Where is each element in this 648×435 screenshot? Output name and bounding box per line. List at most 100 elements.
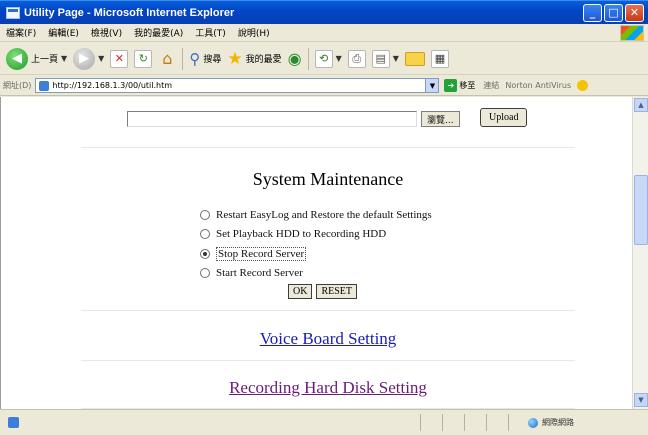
stop-icon: ✕	[110, 49, 129, 68]
folder-icon	[404, 51, 425, 66]
menu-help[interactable]: 說明(H)	[232, 26, 276, 39]
option-restart-easylog[interactable]: Restart EasyLog and Restore the default …	[200, 205, 432, 225]
vertical-scrollbar[interactable]: ▲ ▼	[632, 97, 648, 409]
upload-row: 瀏覽...	[127, 111, 460, 127]
back-button[interactable]: ◀ 上一頁 ▼	[6, 47, 67, 70]
forward-button[interactable]: ▶ ▼	[73, 47, 104, 70]
maintenance-options: Restart EasyLog and Restore the default …	[200, 205, 432, 283]
option-label: Restart EasyLog and Restore the default …	[216, 208, 432, 221]
back-label: 上一頁	[31, 55, 59, 65]
page-content: 瀏覽... Upload System Maintenance Restart …	[0, 97, 632, 409]
menu-file[interactable]: 檔案(F)	[0, 26, 42, 39]
edit-button[interactable]: ▤ ▼	[371, 49, 399, 68]
divider	[81, 360, 575, 361]
media-button[interactable]: ◉	[288, 49, 302, 68]
radio-button-selected[interactable]	[200, 248, 210, 259]
radio-button[interactable]	[200, 229, 210, 240]
norton-antivirus-button[interactable]: Norton AntiVirus	[505, 80, 588, 91]
radio-button[interactable]	[200, 209, 210, 220]
folder-button[interactable]	[404, 51, 425, 66]
search-button[interactable]: ⚲ 搜尋	[189, 50, 221, 68]
windows-logo-icon	[620, 24, 644, 41]
option-set-playback-hdd[interactable]: Set Playback HDD to Recording HDD	[200, 225, 432, 245]
menu-favorites[interactable]: 我的最愛(A)	[128, 26, 189, 39]
status-divider	[486, 414, 487, 431]
edit-page-icon: ▤	[371, 49, 390, 68]
radio-button[interactable]	[200, 268, 210, 279]
back-dropdown-icon[interactable]: ▼	[61, 54, 67, 63]
research-button[interactable]: ▦	[430, 49, 449, 68]
status-divider	[420, 414, 421, 431]
refresh-icon: ↻	[134, 49, 153, 68]
zone-label: 網際網路	[542, 418, 574, 427]
go-button[interactable]: ➔ 移至	[444, 79, 475, 92]
home-icon: ⌂	[162, 49, 173, 68]
home-button[interactable]: ⌂	[158, 49, 176, 68]
option-label: Stop Record Server	[216, 246, 307, 261]
menu-bar: 檔案(F) 編輯(E) 檢視(V) 我的最愛(A) 工具(T) 說明(H)	[0, 24, 648, 42]
favorites-label: 我的最愛	[245, 55, 282, 65]
forward-arrow-icon: ▶	[73, 47, 96, 70]
standard-toolbar: ◀ 上一頁 ▼ ▶ ▼ ✕ ↻ ⌂ ⚲ 搜尋 ★ 我的最愛 ◉ ⟲ ▼ ⎙ ▤ …	[0, 43, 648, 75]
address-url: http://192.168.1.3/00/util.htm	[52, 81, 173, 90]
section-title: System Maintenance	[252, 169, 404, 189]
media-icon: ◉	[287, 49, 302, 68]
history-icon: ⟲	[314, 49, 333, 68]
title-bar: Utility Page - Microsoft Internet Explor…	[0, 0, 648, 24]
browse-button[interactable]: 瀏覽...	[421, 111, 460, 127]
status-page-icon	[8, 417, 19, 428]
forward-dropdown-icon[interactable]: ▼	[98, 54, 104, 63]
favorites-star-icon: ★	[227, 48, 243, 69]
status-divider	[464, 414, 465, 431]
option-label: Start Record Server	[216, 267, 303, 280]
option-start-record-server[interactable]: Start Record Server	[200, 264, 432, 284]
address-label: 網址(D)	[3, 81, 32, 90]
page-icon	[39, 80, 50, 91]
history-dropdown-icon[interactable]: ▼	[336, 54, 342, 63]
form-buttons: OK RESET	[288, 284, 361, 299]
menu-tools[interactable]: 工具(T)	[189, 26, 232, 39]
print-button[interactable]: ⎙	[347, 49, 366, 68]
ie-page-icon	[6, 6, 20, 19]
print-icon: ⎙	[347, 49, 366, 68]
history-button[interactable]: ⟲ ▼	[314, 49, 342, 68]
upload-button[interactable]: Upload	[480, 108, 528, 127]
option-label: Set Playback HDD to Recording HDD	[216, 228, 387, 241]
stop-button[interactable]: ✕	[110, 49, 129, 68]
norton-label: Norton AntiVirus	[505, 81, 572, 90]
norton-icon	[576, 80, 588, 91]
divider	[81, 147, 575, 148]
status-divider	[442, 414, 443, 431]
scroll-down-icon[interactable]: ▼	[634, 393, 648, 407]
close-button[interactable]: ✕	[625, 3, 644, 22]
research-icon: ▦	[430, 49, 449, 68]
status-divider	[508, 414, 509, 431]
option-stop-record-server[interactable]: Stop Record Server	[200, 244, 432, 264]
status-bar: 網際網路	[0, 409, 648, 435]
file-path-input[interactable]	[127, 111, 417, 127]
scroll-up-icon[interactable]: ▲	[634, 98, 648, 112]
scroll-thumb[interactable]	[634, 175, 648, 245]
recording-hdd-setting-link[interactable]: Recording Hard Disk Setting	[81, 378, 575, 398]
menu-view[interactable]: 檢視(V)	[85, 26, 128, 39]
divider	[81, 310, 575, 311]
links-button[interactable]: 連結	[483, 80, 499, 91]
search-label: 搜尋	[203, 55, 222, 65]
voice-board-setting-link[interactable]: Voice Board Setting	[81, 329, 575, 349]
menu-edit[interactable]: 編輯(E)	[42, 26, 85, 39]
internet-globe-icon	[528, 417, 538, 428]
toolbar-separator	[182, 47, 184, 70]
back-arrow-icon: ◀	[6, 47, 28, 70]
refresh-button[interactable]: ↻	[134, 49, 153, 68]
window-title: Utility Page - Microsoft Internet Explor…	[24, 6, 235, 19]
favorites-button[interactable]: ★ 我的最愛	[227, 49, 281, 69]
address-input[interactable]: http://192.168.1.3/00/util.htm ▼	[35, 78, 440, 93]
edit-dropdown-icon[interactable]: ▼	[393, 54, 399, 63]
maximize-button[interactable]: □	[604, 3, 623, 22]
reset-button[interactable]: RESET	[316, 284, 358, 299]
minimize-button[interactable]: _	[583, 3, 602, 22]
ok-button[interactable]: OK	[288, 284, 313, 299]
security-zone: 網際網路	[528, 417, 574, 428]
address-dropdown-icon[interactable]: ▼	[425, 79, 439, 92]
go-arrow-icon: ➔	[444, 79, 458, 92]
